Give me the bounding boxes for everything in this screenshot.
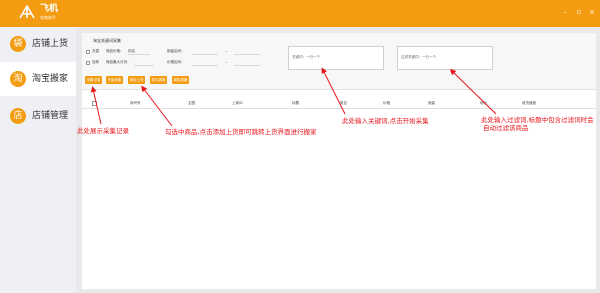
sales-min-input[interactable] xyxy=(192,49,218,55)
title-bar: 飞机 电商助手 – ▫ × xyxy=(0,0,600,27)
collect-records-button[interactable]: 采集记录 xyxy=(85,76,102,84)
tmall-label: 天猫 xyxy=(92,49,99,53)
select-all-checkbox[interactable] xyxy=(92,101,97,106)
filter-keyword-placeholder: 过滤关键词：一行一个 xyxy=(401,55,436,59)
keyword-textarea[interactable]: 关键词：一行一个 xyxy=(288,46,384,70)
tmall-checkbox[interactable] xyxy=(86,50,90,54)
price-label: 商品价格： xyxy=(106,49,124,53)
annotation-filter-line1: 此处输入过滤词,标题中包含过滤词时会 xyxy=(481,116,594,124)
price-range-dash: -- xyxy=(225,60,228,64)
column-header[interactable]: 类目 xyxy=(340,101,347,106)
annotation-collect-records: 此处展示采集记录 xyxy=(77,127,129,135)
sales-range-dash: -- xyxy=(225,49,228,53)
price-select[interactable]: 销量 xyxy=(128,49,150,55)
sidebar-item-label: 店铺管理 xyxy=(32,111,69,121)
bag-icon: 袋 xyxy=(10,36,26,52)
price-range-label: 价格区间： xyxy=(167,60,185,64)
column-header[interactable]: 地址 xyxy=(480,101,487,106)
column-header[interactable]: 上架ID xyxy=(232,101,243,106)
annotation-filter-line2: 自动过滤该商品 xyxy=(483,124,529,132)
sidebar-item-store-upload[interactable]: 袋 店铺上货 xyxy=(0,27,76,61)
minimize-icon[interactable]: – xyxy=(561,8,569,16)
sidebar-item-label: 店铺上货 xyxy=(32,39,69,49)
free-shipping-label: 包邮 xyxy=(92,60,99,64)
column-header[interactable]: 收货速度 xyxy=(522,101,536,106)
filter-keyword-textarea[interactable]: 过滤关键词：一行一个 xyxy=(397,46,493,70)
taobao-icon: 淘 xyxy=(10,71,26,87)
close-icon[interactable]: × xyxy=(588,8,596,16)
sidebar-item-label: 淘宝搬家 xyxy=(32,74,69,84)
keyword-placeholder: 关键词：一行一个 xyxy=(292,55,320,59)
column-header[interactable]: 序列号 xyxy=(130,101,141,106)
max-page-label: 商品最大分页： xyxy=(106,60,131,64)
main-content: 淘宝关键词采集 天猫 商品价格： 销量 销量区间： -- 包邮 商品最大分页： … xyxy=(82,33,596,289)
column-header[interactable]: 标题 xyxy=(292,101,299,106)
annotation-add-upload: 勾选中商品,点击添加上货即可跳转上货界面进行搬家 xyxy=(165,128,317,136)
sidebar-item-taobao-move[interactable]: 淘 淘宝搬家 xyxy=(0,62,76,96)
annotation-keyword: 此处输入关键词,点击开始采集 xyxy=(342,117,429,125)
column-header[interactable]: 销量 xyxy=(428,101,435,106)
sales-max-input[interactable] xyxy=(234,49,260,55)
panel-title: 淘宝关键词采集 xyxy=(93,38,121,43)
sidebar: 袋 店铺上货 淘 淘宝搬家 店 店铺管理 xyxy=(0,27,76,293)
store-icon: 店 xyxy=(10,108,26,124)
column-header[interactable]: 价格 xyxy=(383,101,390,106)
results-table-header: 序列号 主图 上架ID 标题 类目 价格 销量 地址 收货速度 xyxy=(82,99,596,109)
export-table-button[interactable]: 导出表格 xyxy=(150,76,167,84)
add-upload-button[interactable]: 添加上货 xyxy=(128,76,145,84)
brand-subtitle: 电商助手 xyxy=(40,15,56,20)
collect-panel: 淘宝关键词采集 天猫 商品价格： 销量 销量区间： -- 包邮 商品最大分页： … xyxy=(82,33,596,90)
max-page-input[interactable] xyxy=(134,60,154,66)
free-shipping-checkbox[interactable] xyxy=(86,61,90,65)
sidebar-item-store-manage[interactable]: 店 店铺管理 xyxy=(0,99,76,133)
maximize-icon[interactable]: ▫ xyxy=(575,8,583,16)
airplane-logo-icon xyxy=(19,5,35,19)
price-max-input[interactable] xyxy=(234,60,260,66)
clear-table-button[interactable]: 清除表格 xyxy=(172,76,189,84)
price-min-input[interactable] xyxy=(192,60,218,66)
brand-name: 飞机 xyxy=(40,4,59,14)
sales-range-label: 销量区间： xyxy=(167,49,185,53)
start-collect-button[interactable]: 开始采集 xyxy=(106,76,123,84)
column-header[interactable]: 主图 xyxy=(188,101,195,106)
